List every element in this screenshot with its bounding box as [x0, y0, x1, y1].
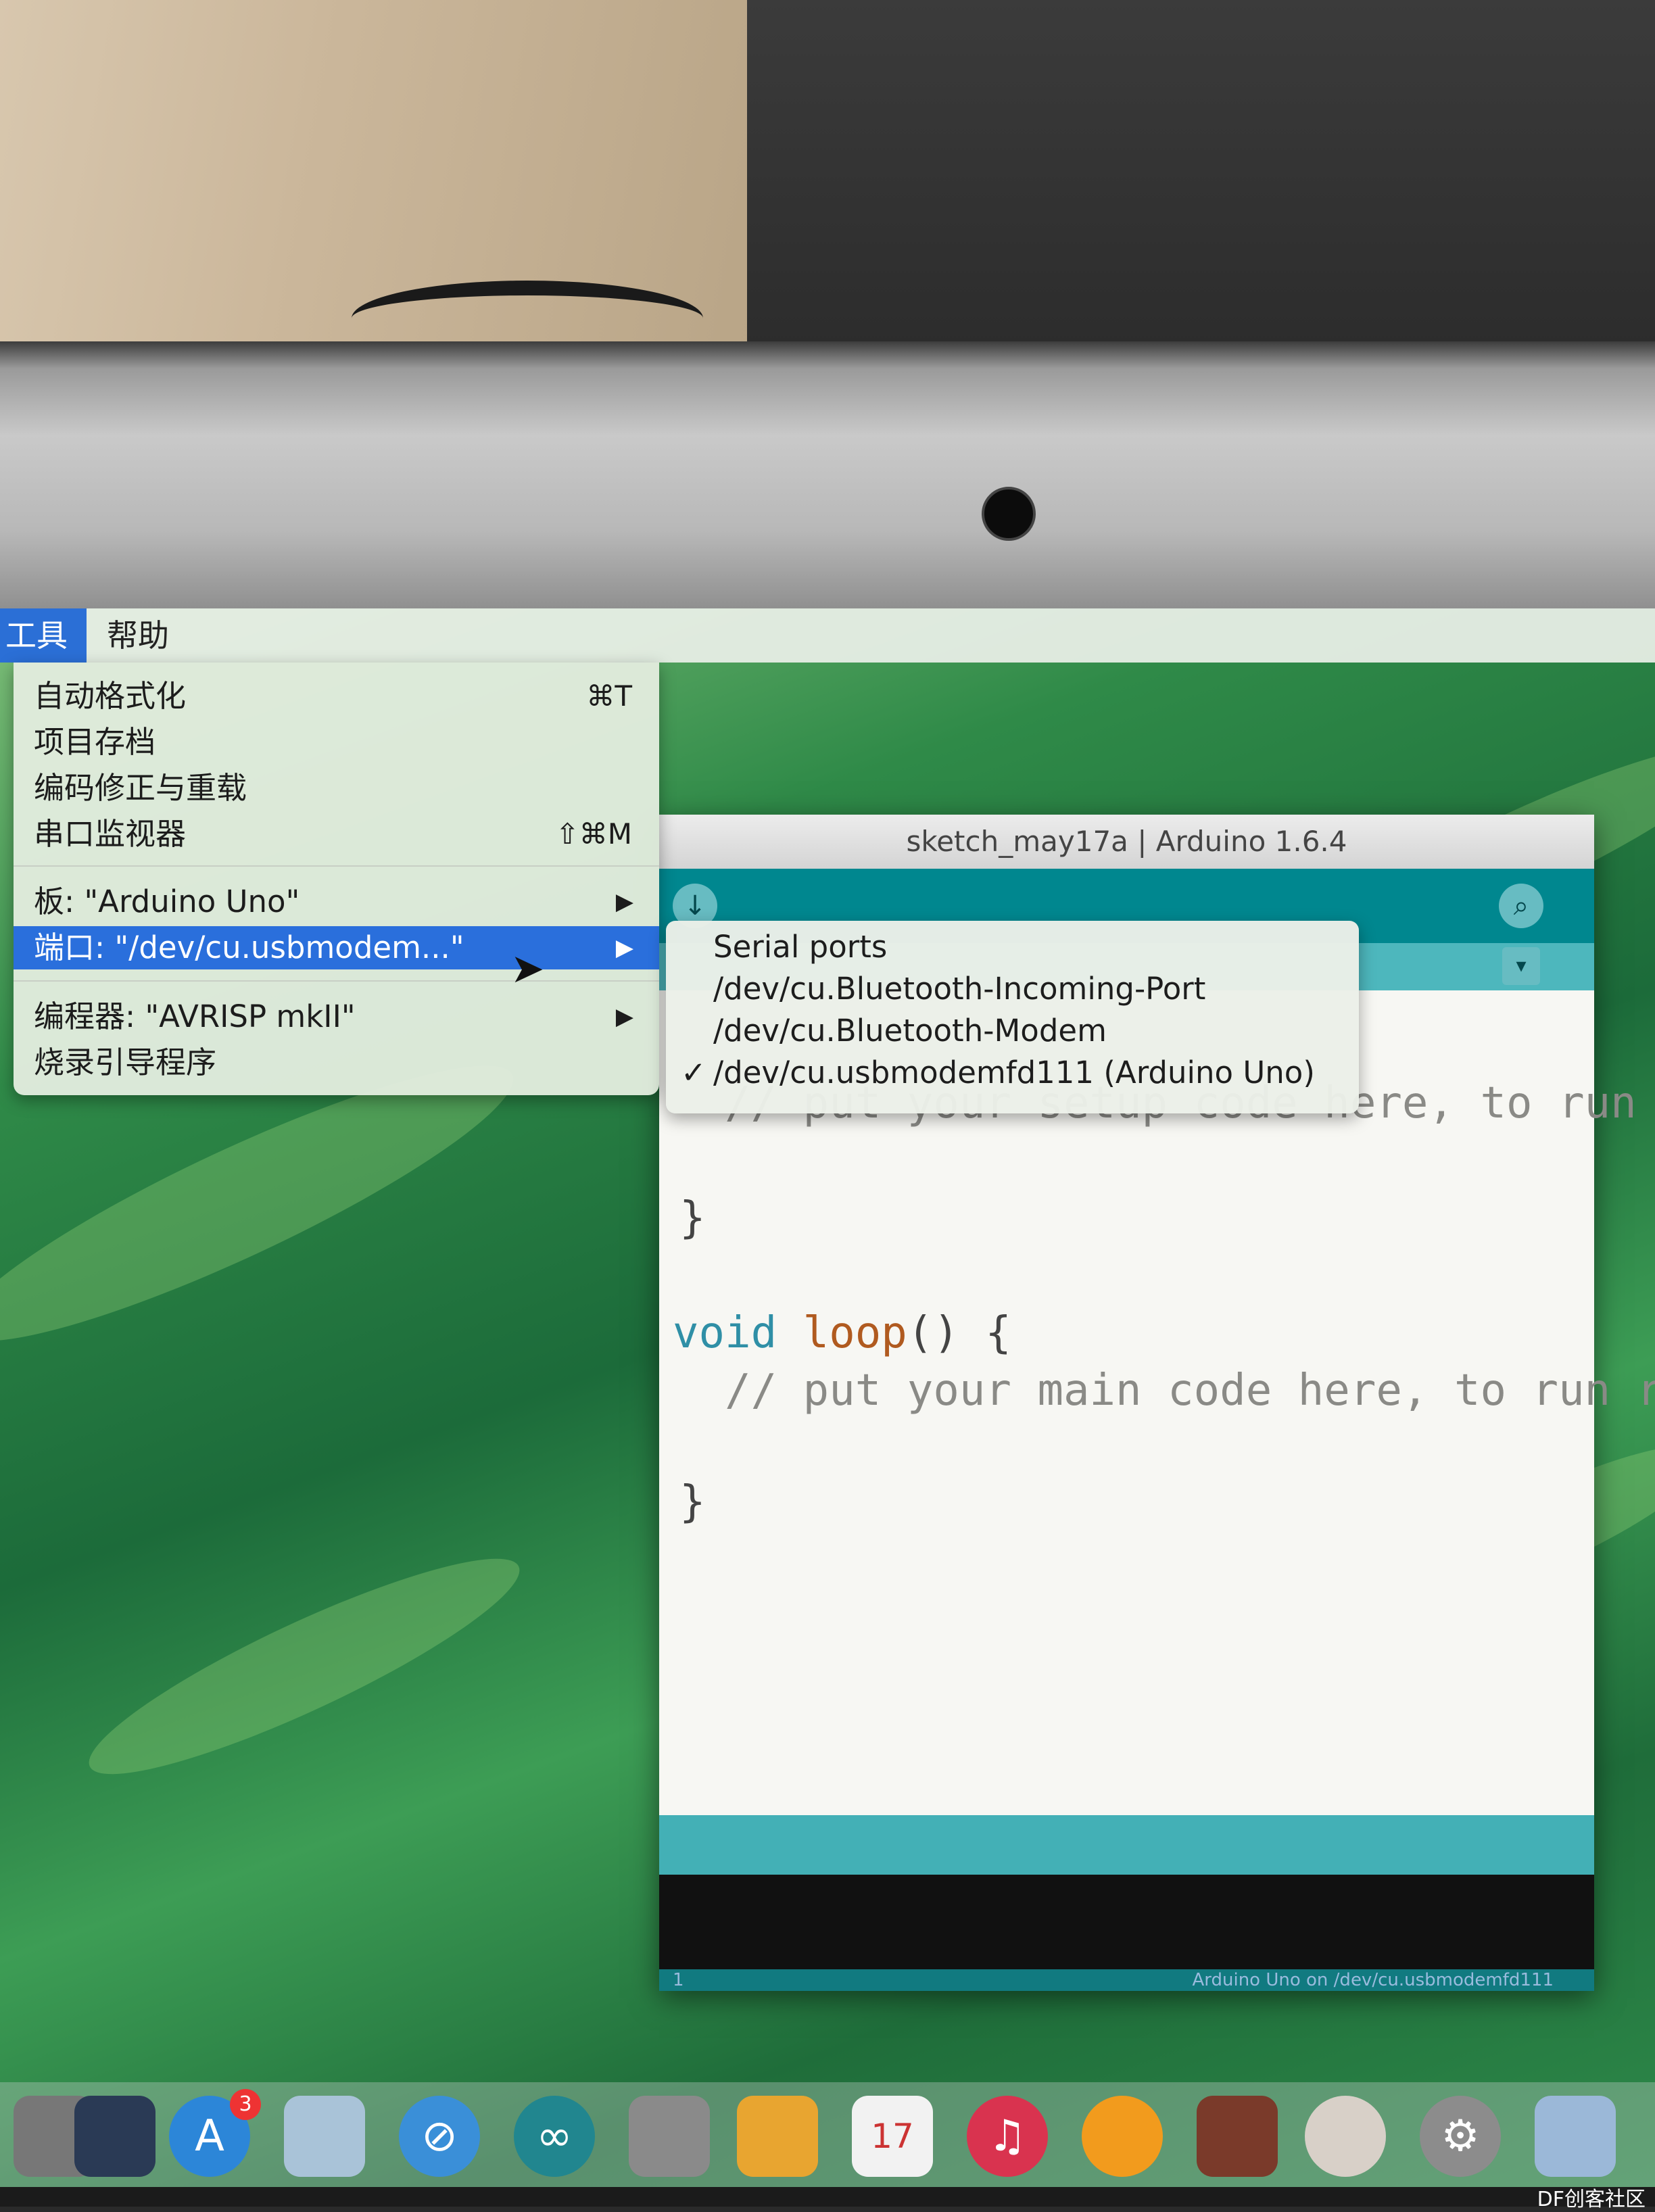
submenu-arrow-icon: ▶ — [615, 888, 633, 915]
laptop-bezel — [0, 341, 1655, 612]
wallpaper-leaf — [71, 1526, 537, 1806]
webcam — [982, 487, 1036, 541]
port-submenu: Serial ports /dev/cu.Bluetooth-Incoming-… — [666, 921, 1359, 1113]
mission-control-icon[interactable] — [74, 2096, 155, 2177]
code-editor[interactable]: // put your setup code here, to run on }… — [659, 990, 1655, 1815]
tab-menu-chevron-down-icon[interactable]: ▾ — [1502, 947, 1540, 985]
menu-item-port[interactable]: 端口: "/dev/cu.usbmodem..." ▶ — [14, 926, 659, 969]
code-line: // put your main code here, to run rep — [673, 1366, 1655, 1416]
keyword-void: void — [673, 1308, 777, 1358]
menu-item-label: 烧录引导程序 — [34, 1044, 217, 1080]
messages-icon[interactable] — [629, 2096, 710, 2177]
mail-icon[interactable] — [284, 2096, 365, 2177]
menu-item-serial-monitor[interactable]: 串口监视器 ⇧⌘M — [14, 813, 659, 856]
shortcut-label: ⌘T — [586, 679, 632, 713]
footer-bar: 1 Arduino Uno on /dev/cu.usbmodemfd111 — [659, 1969, 1594, 1991]
menu-item-label: 端口: "/dev/cu.usbmodem..." — [34, 930, 464, 965]
safari-icon[interactable]: ⊘ — [399, 2096, 480, 2177]
arduino-icon[interactable]: ∞ — [514, 2096, 595, 2177]
watermark: DF创客社区 — [1537, 2188, 1646, 2211]
photos-icon[interactable] — [1305, 2096, 1386, 2177]
submenu-arrow-icon: ▶ — [615, 1003, 633, 1030]
menu-item-label: 串口监视器 — [34, 816, 187, 852]
function-loop: loop — [802, 1308, 907, 1358]
screen: 工具 帮助 sketch_may17a | Arduino 1.6.4 ↓ ⌕ … — [0, 608, 1655, 2187]
shortcut-label: ⇧⌘M — [555, 817, 632, 850]
background-monitor — [747, 0, 1655, 352]
laptop-bezel-bottom — [0, 2187, 1655, 2207]
port-item-usbmodem[interactable]: /dev/cu.usbmodemfd111 (Arduino Uno) — [713, 1052, 1315, 1094]
footer-line-number: 1 — [673, 1970, 684, 1990]
console-output — [659, 1875, 1594, 1969]
menu-separator — [14, 865, 659, 867]
menu-item-label: 编码修正与重载 — [34, 770, 247, 806]
menu-item-auto-format[interactable]: 自动格式化 ⌘T — [14, 675, 659, 718]
submenu-arrow-icon: ▶ — [615, 934, 633, 961]
code-line: void loop() { — [673, 1308, 1011, 1358]
tools-menu: 自动格式化 ⌘T 项目存档 编码修正与重载 串口监视器 ⇧⌘M 板: "Ardu… — [14, 663, 659, 1095]
submenu-header: Serial ports — [713, 929, 888, 965]
menu-item-fix-encoding[interactable]: 编码修正与重载 — [14, 767, 659, 810]
app-store-badge: 3 — [230, 2089, 261, 2120]
menu-item-archive-sketch[interactable]: 项目存档 — [14, 721, 659, 764]
menu-item-board[interactable]: 板: "Arduino Uno" ▶ — [14, 880, 659, 923]
code-line: } — [679, 1477, 706, 1527]
ibooks-icon[interactable] — [1082, 2096, 1163, 2177]
menu-bar: 工具 帮助 — [0, 608, 1655, 663]
itunes-icon[interactable]: ♫ — [967, 2096, 1048, 2177]
menu-help[interactable]: 帮助 — [88, 608, 188, 663]
preview-icon[interactable] — [1535, 2096, 1616, 2177]
menu-separator — [14, 980, 659, 982]
menu-item-label: 项目存档 — [34, 724, 156, 760]
system-preferences-icon[interactable]: ⚙ — [1420, 2096, 1501, 2177]
photo-booth-icon[interactable] — [1197, 2096, 1278, 2177]
port-item-bluetooth-incoming[interactable]: /dev/cu.Bluetooth-Incoming-Port — [713, 968, 1205, 1010]
serial-monitor-icon[interactable]: ⌕ — [1499, 884, 1543, 928]
calendar-icon[interactable]: 17 — [852, 2096, 933, 2177]
menu-item-label: 板: "Arduino Uno" — [34, 884, 300, 919]
menu-item-burn-bootloader[interactable]: 烧录引导程序 — [14, 1041, 659, 1084]
status-bar — [659, 1815, 1594, 1875]
dock: A 3 ⊘ ∞ 17 ♫ ⚙ — [0, 2082, 1655, 2187]
menu-item-label: 自动格式化 — [34, 678, 187, 714]
checkmark-icon: ✓ — [681, 1055, 706, 1090]
port-item-bluetooth-modem[interactable]: /dev/cu.Bluetooth-Modem — [713, 1010, 1107, 1052]
menu-item-programmer[interactable]: 编程器: "AVRISP mkII" ▶ — [14, 995, 659, 1038]
footer-board-info: Arduino Uno on /dev/cu.usbmodemfd111 — [1192, 1970, 1554, 1990]
menu-tools[interactable]: 工具 — [0, 608, 87, 663]
mouse-pointer-icon: ➤ — [510, 945, 545, 992]
notes-icon[interactable] — [737, 2096, 818, 2177]
window-title: sketch_may17a | Arduino 1.6.4 — [659, 815, 1594, 869]
code-line: } — [679, 1193, 706, 1243]
menu-item-label: 编程器: "AVRISP mkII" — [34, 999, 356, 1034]
